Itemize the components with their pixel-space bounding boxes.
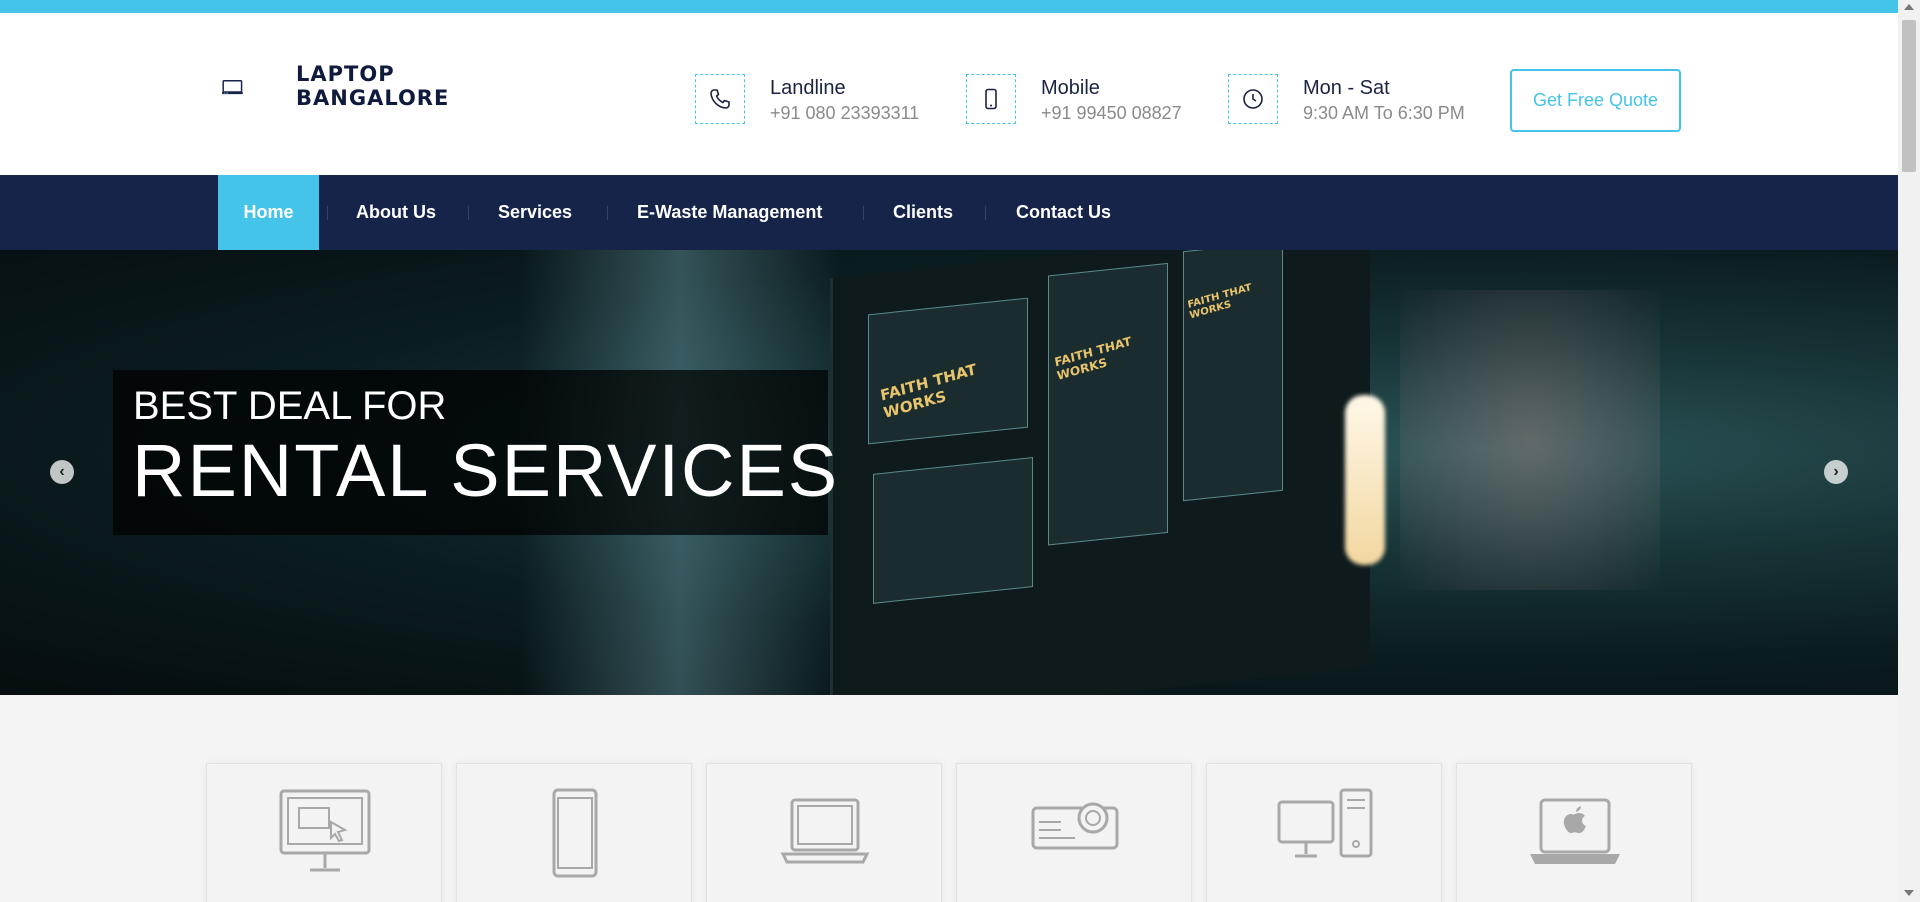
hero-caption-line-1: BEST DEAL FOR — [133, 384, 447, 428]
slider-next-arrow[interactable]: › — [1824, 460, 1848, 484]
screen-panel — [873, 457, 1033, 604]
logo-line-1: LAPTOP — [296, 62, 395, 86]
tablet-icon — [552, 788, 598, 878]
site-header: LAPTOP BANGALORE Landline +91 080 233933… — [0, 13, 1898, 175]
phone-icon — [695, 74, 745, 124]
get-free-quote-button[interactable]: Get Free Quote — [1510, 69, 1681, 132]
projector-icon — [1031, 802, 1119, 850]
product-cards — [0, 695, 1898, 902]
mobile-number[interactable]: +91 99450 08827 — [1041, 103, 1182, 124]
vertical-scrollbar[interactable] — [1898, 0, 1920, 902]
nav-item-contact-us[interactable]: Contact Us — [1016, 175, 1111, 250]
screen-panel-text: FAITH THAT WORKS — [1053, 334, 1133, 383]
screen-panel-text: FAITH THAT WORKS — [878, 360, 978, 422]
nav-item-about-us[interactable]: About Us — [356, 175, 436, 250]
clock-icon — [1228, 74, 1278, 124]
screen-panel: FAITH THAT WORKS — [1048, 262, 1168, 546]
product-card[interactable] — [956, 763, 1192, 902]
mobile-title: Mobile — [1041, 77, 1100, 99]
desktop-monitor-icon — [279, 789, 371, 872]
product-card[interactable] — [206, 763, 442, 902]
hero-background-glow — [1400, 290, 1660, 590]
hero-caption: BEST DEAL FOR RENTAL SERVICES — [113, 370, 837, 535]
mobile-icon — [966, 74, 1016, 124]
top-accent-strip — [0, 0, 1898, 13]
main-navigation: Home About Us Services E-Waste Managemen… — [0, 175, 1898, 250]
hours-value: 9:30 AM To 6:30 PM — [1303, 103, 1465, 123]
nav-separator — [327, 206, 328, 220]
nav-item-services[interactable]: Services — [498, 175, 572, 250]
nav-item-e-waste-management[interactable]: E-Waste Management — [637, 175, 822, 250]
scroll-up-arrow-icon[interactable] — [1904, 4, 1914, 10]
landline-title: Landline — [770, 77, 846, 99]
nav-item-clients[interactable]: Clients — [893, 175, 953, 250]
nav-separator — [985, 206, 986, 220]
nav-separator — [468, 206, 469, 220]
product-card[interactable] — [706, 763, 942, 902]
screen-panel: FAITH THAT WORKS — [1183, 250, 1283, 502]
hero-lamp — [1345, 395, 1385, 565]
nav-separator — [607, 206, 608, 220]
desktop-tower-icon — [1277, 788, 1373, 858]
slider-prev-arrow[interactable]: ‹ — [50, 460, 74, 484]
logo-text: LAPTOP BANGALORE — [296, 62, 449, 110]
scroll-down-arrow-icon[interactable] — [1904, 890, 1914, 896]
nav-item-home[interactable]: Home — [218, 175, 319, 250]
landline-number[interactable]: +91 080 23393311 — [770, 103, 919, 124]
hero-slider: FAITH THAT WORKS FAITH THAT WORKS FAITH … — [0, 250, 1898, 695]
product-card[interactable] — [456, 763, 692, 902]
logo-line-2: BANGALORE — [296, 86, 450, 110]
hours-title: Mon - Sat — [1303, 77, 1390, 99]
product-card[interactable] — [1456, 763, 1692, 902]
laptop-icon — [780, 798, 870, 864]
hero-caption-line-2: RENTAL SERVICES — [132, 429, 840, 512]
hero-monitor-image: FAITH THAT WORKS FAITH THAT WORKS FAITH … — [830, 250, 1370, 695]
nav-separator — [863, 206, 864, 220]
product-card[interactable] — [1206, 763, 1442, 902]
scrollbar-thumb[interactable] — [1902, 20, 1916, 172]
screen-panel-text: FAITH THAT WORKS — [1186, 282, 1253, 322]
screen-panel: FAITH THAT WORKS — [868, 297, 1028, 445]
laptop-logo-icon — [222, 80, 243, 95]
macbook-icon — [1530, 798, 1620, 864]
